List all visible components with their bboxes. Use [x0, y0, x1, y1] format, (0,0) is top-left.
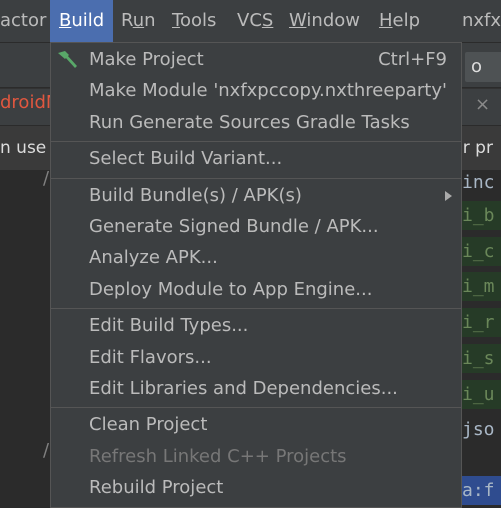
menu-item-edit-build-types[interactable]: Edit Build Types...: [51, 311, 461, 342]
menu-item-label: Make Module 'nxfxpccopy.nxthreeparty': [89, 80, 447, 102]
menu-run[interactable]: Run: [121, 0, 156, 42]
menu-tools[interactable]: Tools: [172, 0, 216, 42]
menu-item-build-bundle-s-apk-s[interactable]: Build Bundle(s) / APK(s): [51, 181, 461, 212]
close-icon[interactable]: ×: [475, 94, 490, 115]
menu-separator: [51, 177, 461, 179]
menu-item-label: Generate Signed Bundle / APK...: [89, 216, 379, 237]
code-line: i_s: [462, 344, 501, 373]
menu-item-rebuild-project[interactable]: Rebuild Project: [51, 473, 461, 504]
menu-item-label: Analyze APK...: [89, 247, 218, 269]
menu-item-label: Edit Build Types...: [89, 315, 249, 337]
menu-separator: [51, 308, 461, 310]
code-line: i_b: [462, 201, 501, 230]
menu-item-label: Build Bundle(s) / APK(s): [89, 184, 302, 206]
menu-help[interactable]: Help: [379, 0, 420, 42]
menu-item-edit-libraries-and-dependencies[interactable]: Edit Libraries and Dependencies...: [51, 374, 461, 405]
code-line: a:f: [462, 476, 501, 505]
menu-item-make-module-nxfxpccopy-nxthreeparty[interactable]: Make Module 'nxfxpccopy.nxthreeparty': [51, 76, 461, 107]
menu-item-label: Refresh Linked C++ Projects: [89, 445, 347, 467]
menu-bar: actor Build Run Tools VCS Window Help nx…: [0, 0, 501, 43]
code-line: i_m: [462, 272, 501, 301]
menu-build[interactable]: Build: [50, 0, 114, 42]
menu-item-label: Rebuild Project: [89, 477, 224, 499]
menu-item-label: Make Project: [89, 49, 204, 70]
menu-item-label: Edit Libraries and Dependencies...: [89, 378, 398, 399]
menu-item-refresh-linked-c-projects: Refresh Linked C++ Projects: [51, 442, 461, 473]
menu-item-make-project[interactable]: Make Project Ctrl+F9: [51, 45, 461, 76]
menu-window[interactable]: Window: [289, 0, 360, 42]
menu-item-shortcut: Ctrl+F9: [378, 49, 447, 70]
menu-item-run-generate-sources-gradle-tasks[interactable]: Run Generate Sources Gradle Tasks: [51, 108, 461, 139]
menu-item-label: Edit Flavors...: [89, 346, 212, 368]
code-line: inc: [462, 172, 495, 193]
code-line: i_r: [462, 308, 501, 337]
menu-item-select-build-variant[interactable]: Select Build Variant...: [51, 144, 461, 175]
menu-build-mnemonic: B: [59, 10, 72, 31]
notification-text-left: n use: [0, 138, 47, 158]
menu-separator: [51, 141, 461, 143]
menu-separator: [51, 407, 461, 409]
code-comment-mark: /: [43, 168, 50, 189]
ide-window: o V20 droidM × n use ur pr / / inci_bi_c…: [0, 0, 501, 508]
menu-vcs[interactable]: VCS: [237, 0, 273, 42]
menu-item-deploy-module-to-app-engine[interactable]: Deploy Module to App Engine...: [51, 275, 461, 306]
menu-item-analyze-apk[interactable]: Analyze APK...: [51, 243, 461, 274]
code-line: jso: [462, 419, 495, 440]
build-menu-dropdown: Make Project Ctrl+F9 Make Module 'nxfxpcco…: [50, 42, 462, 508]
project-name: nxfx: [462, 10, 501, 31]
menu-item-edit-flavors[interactable]: Edit Flavors...: [51, 343, 461, 374]
code-line: i_c: [462, 237, 501, 266]
code-line: i_u: [462, 380, 501, 409]
run-config-selector[interactable]: o V20: [465, 52, 501, 107]
menu-item-label: Clean Project: [89, 414, 208, 436]
menu-item-label: Select Build Variant...: [89, 148, 283, 170]
menu-item-clean-project[interactable]: Clean Project: [51, 410, 461, 441]
submenu-arrow-icon: [445, 190, 452, 201]
code-comment-mark: /: [43, 440, 50, 461]
menu-item-label: Deploy Module to App Engine...: [89, 278, 373, 300]
menu-refactor[interactable]: actor: [0, 0, 46, 42]
menu-build-rest: uild: [71, 10, 105, 31]
menu-item-generate-signed-bundle-apk[interactable]: Generate Signed Bundle / APK...: [51, 212, 461, 243]
hammer-icon: [58, 51, 77, 68]
menu-item-label: Run Generate Sources Gradle Tasks: [89, 111, 410, 133]
